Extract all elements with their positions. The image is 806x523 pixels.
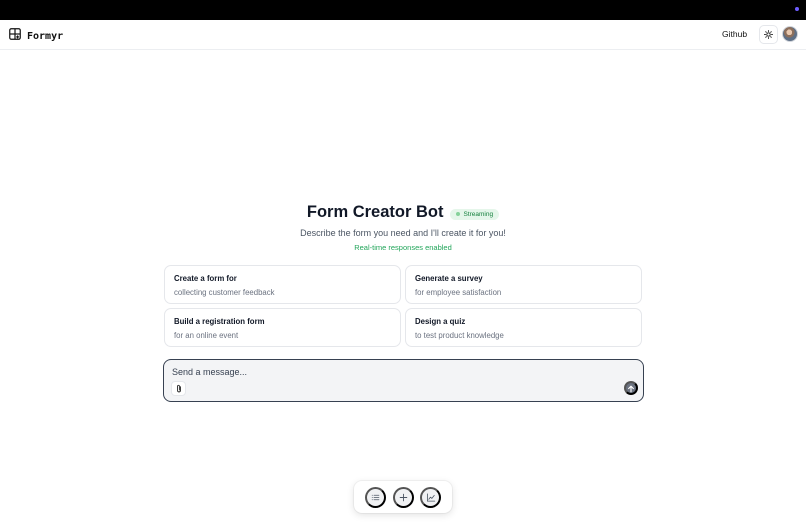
suggestion-subtitle: to test product knowledge (415, 331, 504, 340)
streaming-note: Real-time responses enabled (354, 243, 452, 252)
hero: Form Creator Bot Streaming Describe the … (0, 203, 806, 252)
message-composer (163, 359, 644, 402)
arrow-up-icon (627, 381, 635, 396)
page-subtitle: Describe the form you need and I'll crea… (300, 228, 506, 238)
plus-icon (399, 490, 408, 505)
send-button[interactable] (624, 381, 638, 395)
bottom-dock (354, 481, 452, 513)
brand[interactable]: Formyr (9, 27, 63, 45)
sun-icon (764, 27, 773, 42)
title-row: Form Creator Bot Streaming (0, 203, 806, 222)
chart-icon (426, 490, 436, 505)
list-icon (371, 490, 380, 505)
suggestion-card-design-quiz[interactable]: Design a quiz to test product knowledge (405, 308, 642, 347)
system-top-bar (0, 0, 806, 20)
status-dot (795, 7, 799, 11)
suggestion-title: Design a quiz (415, 317, 466, 326)
suggestion-grid: Create a form for collecting customer fe… (164, 265, 642, 347)
dock-list-button[interactable] (364, 486, 386, 508)
github-link[interactable]: Github (722, 29, 747, 39)
suggestion-subtitle: collecting customer feedback (174, 288, 275, 297)
brand-name: Formyr (27, 30, 64, 42)
streaming-badge: Streaming (450, 208, 500, 220)
suggestion-subtitle: for an online event (174, 331, 239, 340)
paperclip-icon (175, 381, 183, 396)
page-title: Form Creator Bot (306, 203, 444, 221)
app-header: Formyr Github (0, 20, 806, 50)
suggestion-title: Generate a survey (415, 274, 483, 283)
suggestion-card-registration-form[interactable]: Build a registration form for an online … (164, 308, 401, 347)
message-input[interactable] (172, 367, 592, 377)
user-avatar[interactable] (782, 26, 798, 42)
dock-analytics-button[interactable] (420, 486, 442, 508)
suggestion-card-create-form[interactable]: Create a form for collecting customer fe… (164, 265, 401, 304)
suggestion-title: Build a registration form (174, 317, 265, 326)
badge-label: Streaming (463, 210, 494, 218)
attach-button[interactable] (171, 381, 186, 396)
badge-dot-icon (456, 212, 461, 216)
theme-toggle-button[interactable] (759, 25, 778, 44)
grid-plus-icon (9, 27, 21, 45)
suggestion-title: Create a form for (174, 274, 237, 283)
dock-add-button[interactable] (392, 486, 414, 508)
suggestion-card-generate-survey[interactable]: Generate a survey for employee satisfact… (405, 265, 642, 304)
suggestion-subtitle: for employee satisfaction (415, 288, 502, 297)
